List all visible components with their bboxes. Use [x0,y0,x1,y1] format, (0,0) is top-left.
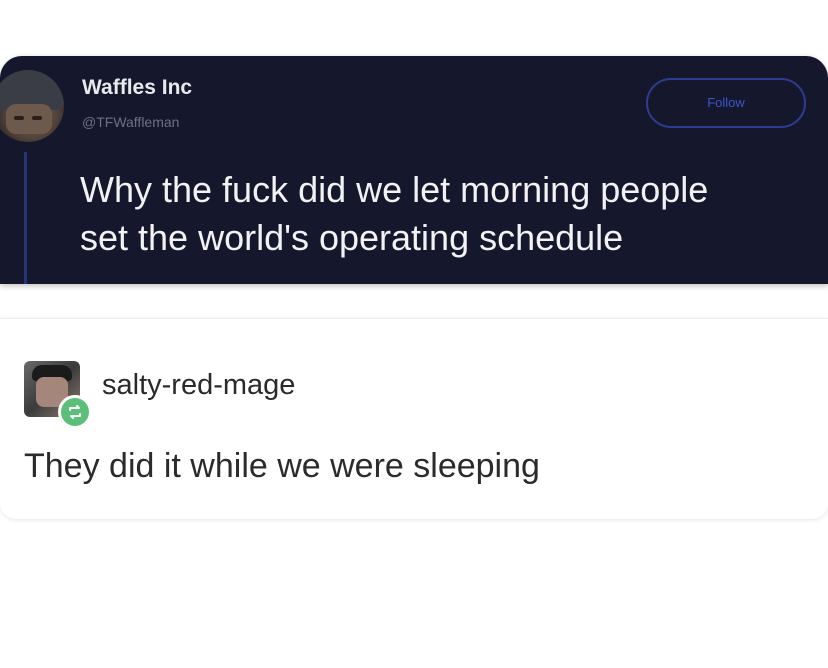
reblog-arrows-icon [69,405,81,419]
tweet-display-name[interactable]: Waffles Inc [82,76,192,100]
screenshot-page: Waffles Inc @TFWaffleman Follow Why the … [0,0,828,668]
reply-text: They did it while we were sleeping [24,447,540,485]
reply-username[interactable]: salty-red-mage [102,369,295,402]
tweet-avatar[interactable] [0,70,64,142]
thread-line [24,152,27,284]
follow-button[interactable]: Follow [646,78,806,128]
reblog-icon [58,395,92,429]
tweet-text: Why the fuck did we let morning people s… [80,169,709,258]
reply-card: salty-red-mage They did it while we were… [0,318,828,519]
tweet-card: Waffles Inc @TFWaffleman Follow Why the … [0,56,828,284]
tweet-handle[interactable]: @TFWaffleman [82,114,179,130]
